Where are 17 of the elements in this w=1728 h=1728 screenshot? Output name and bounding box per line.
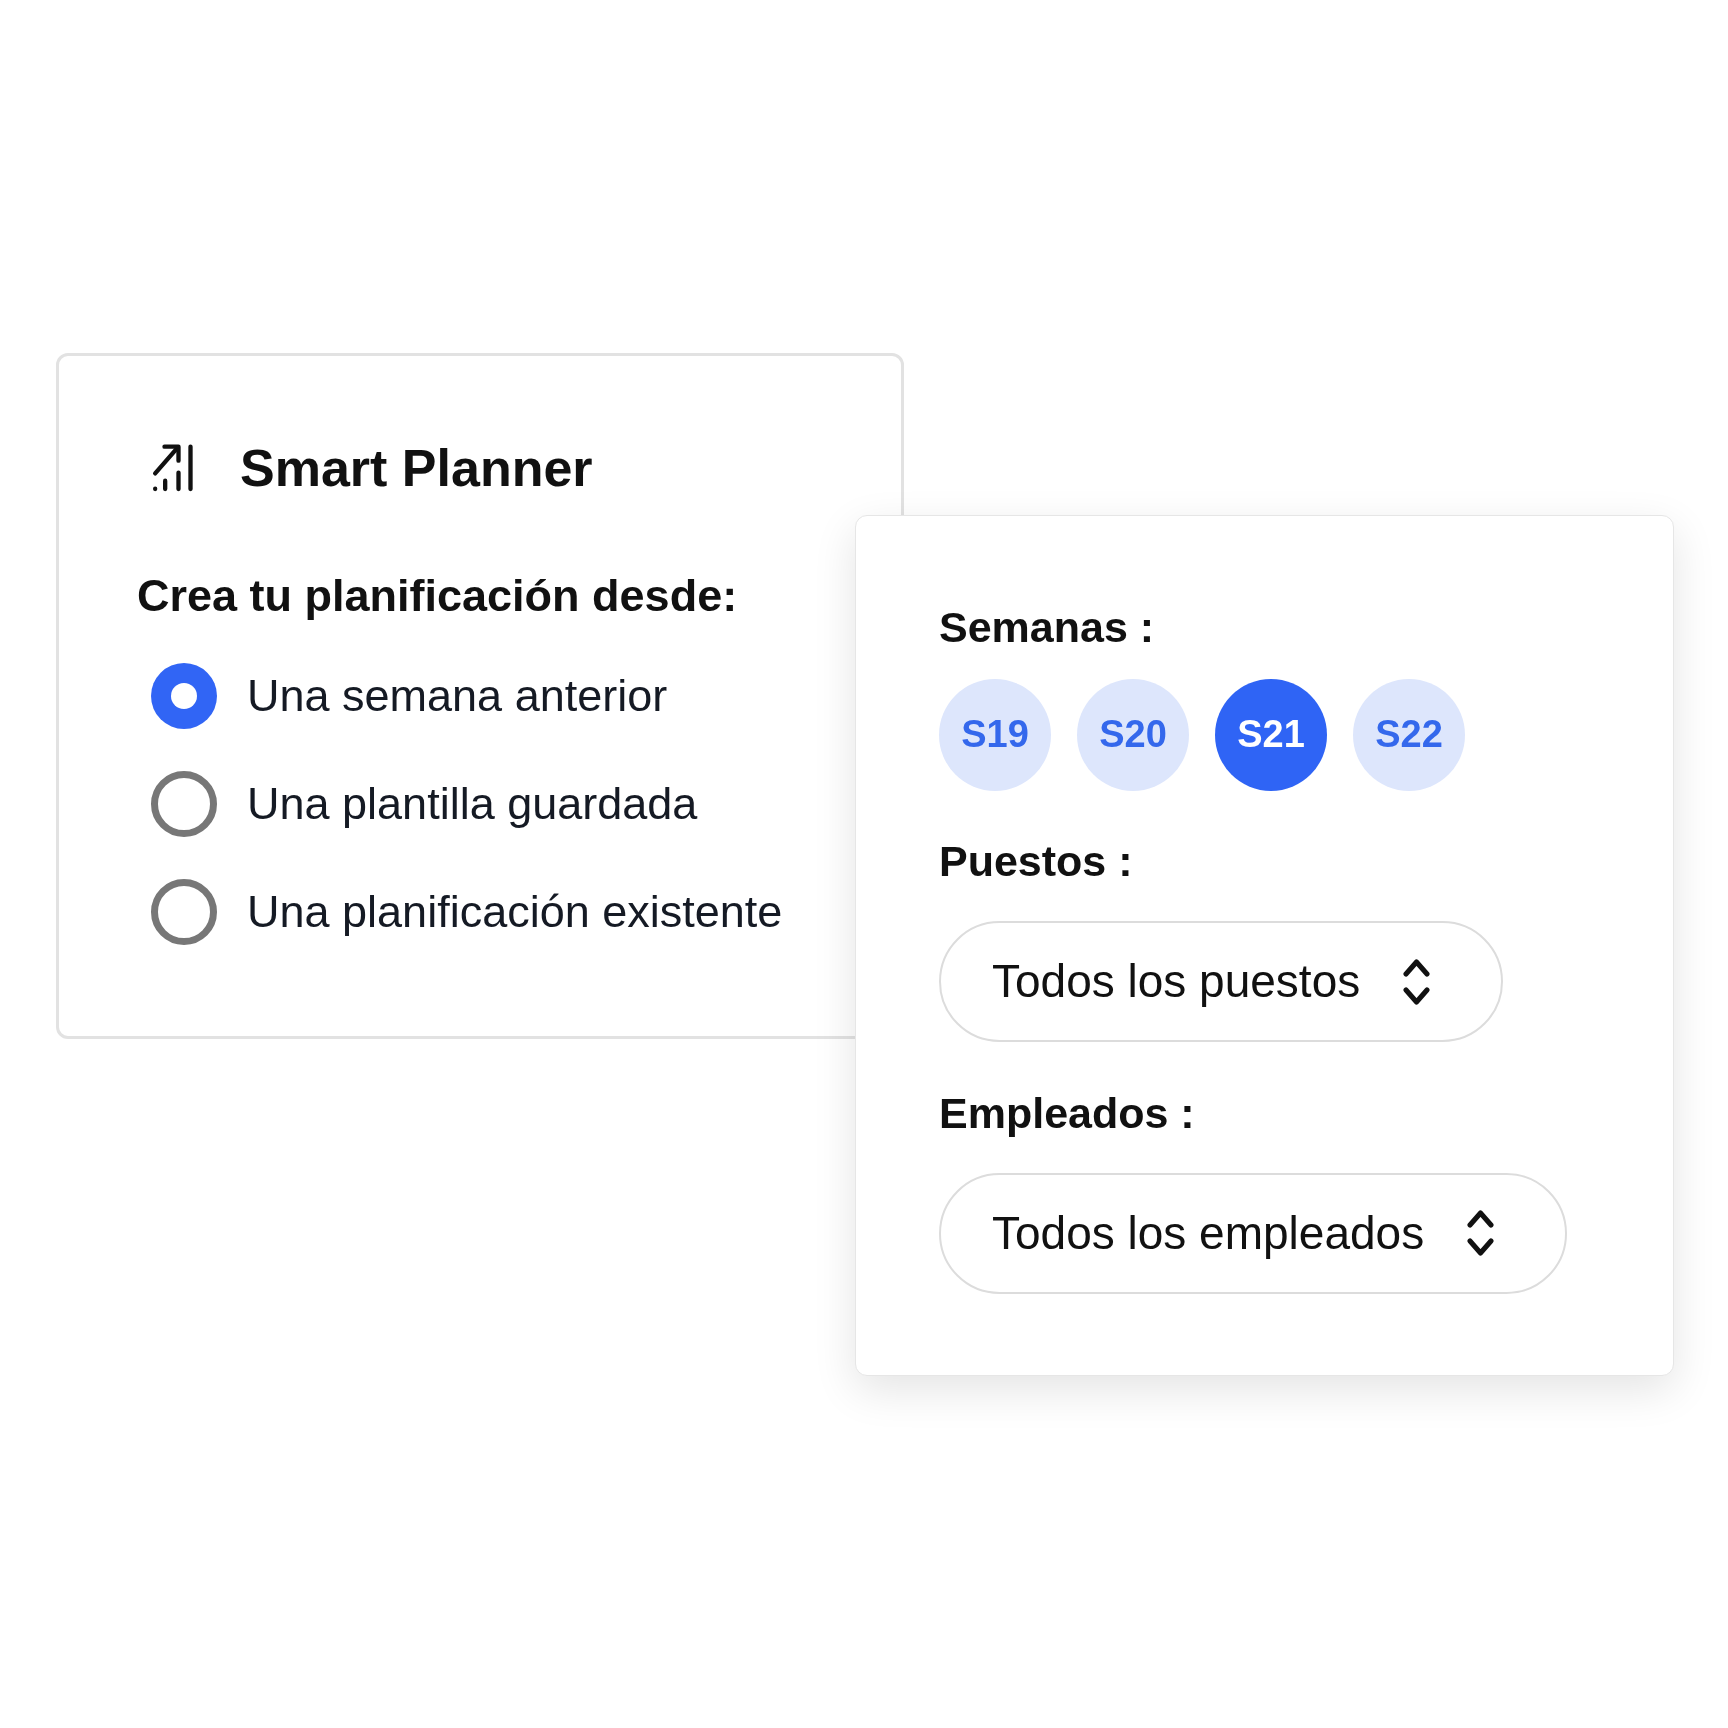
card-title: Smart Planner xyxy=(240,437,593,499)
weeks-label: Semanas : xyxy=(939,602,1155,653)
week-chip[interactable]: S21 xyxy=(1215,678,1327,791)
week-chip[interactable]: S22 xyxy=(1353,678,1465,791)
card-subtitle: Crea tu planificación desde: xyxy=(137,569,738,623)
radio-option[interactable]: Una planificación existente xyxy=(151,879,783,945)
growth-chart-icon xyxy=(151,444,194,492)
radio-option[interactable]: Una plantilla guardada xyxy=(151,771,698,837)
radio-option[interactable]: Una semana anterior xyxy=(151,663,668,729)
chevrons-up-down-icon xyxy=(1467,1210,1495,1257)
chevrons-up-down-icon xyxy=(1403,958,1431,1005)
week-chip[interactable]: S19 xyxy=(939,678,1051,791)
select-dropdown[interactable]: Todos los puestos xyxy=(939,921,1504,1043)
positions-label: Puestos : xyxy=(939,835,1133,887)
select-dropdown[interactable]: Todos los empleados xyxy=(939,1172,1568,1294)
employees-label: Empleados : xyxy=(939,1088,1195,1140)
week-chip[interactable]: S20 xyxy=(1077,678,1189,791)
